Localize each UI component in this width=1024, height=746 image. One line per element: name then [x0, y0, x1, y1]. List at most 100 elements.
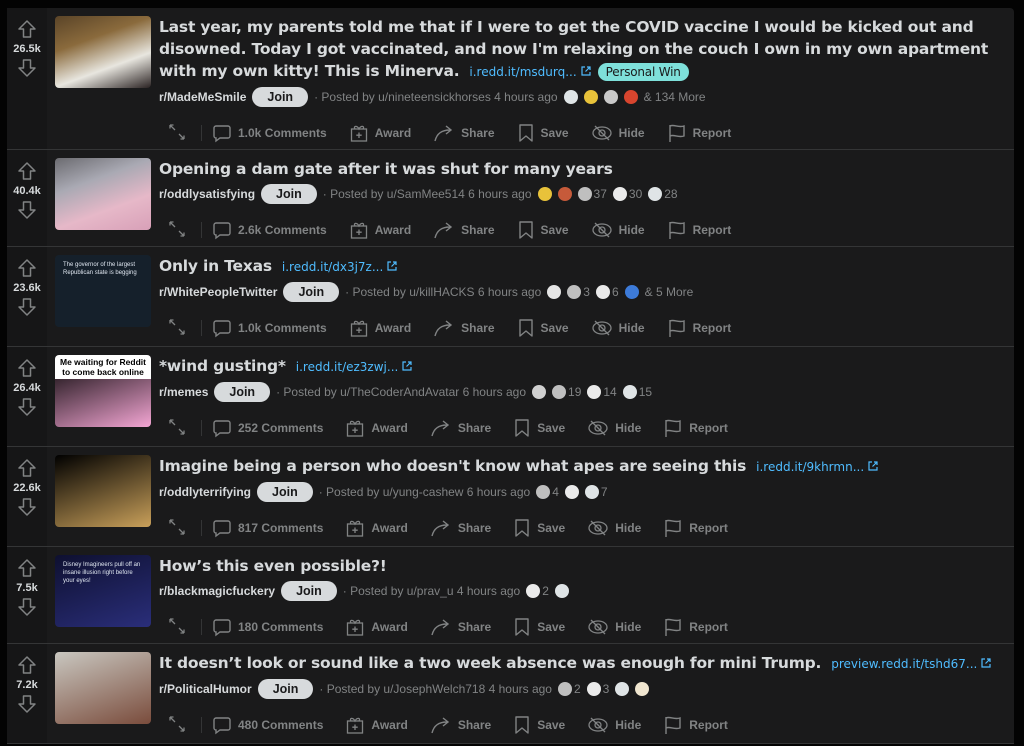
post-thumbnail-cat-on-sock[interactable] — [55, 16, 151, 88]
post-title[interactable]: Imagine being a person who doesn't know … — [159, 457, 746, 475]
downvote-button[interactable] — [16, 199, 38, 221]
wholesome-award-icon[interactable] — [648, 187, 663, 202]
post-thumbnail-meme-wind[interactable]: Me waiting for Reddit to come back onlin… — [55, 355, 151, 427]
post-thumbnail-skeleton[interactable] — [55, 455, 151, 527]
snoo-award-icon[interactable] — [635, 682, 650, 697]
report-button[interactable]: Report — [667, 123, 731, 143]
join-button[interactable]: Join — [214, 382, 271, 402]
more-awards[interactable]: & 5 More — [645, 285, 694, 299]
share-button[interactable]: Share — [430, 518, 491, 538]
more-awards[interactable]: & 134 More — [644, 90, 706, 104]
hide-button[interactable]: Hide — [587, 715, 641, 735]
helpful-award-icon[interactable] — [586, 682, 601, 697]
chef-award-icon[interactable] — [557, 187, 572, 202]
post-domain-text[interactable]: i.redd.it/dx3j7z... — [282, 260, 383, 274]
join-button[interactable]: Join — [257, 482, 313, 502]
comments-button[interactable]: 2.6k Comments — [212, 220, 327, 240]
post-title[interactable]: *wind gusting* — [159, 357, 286, 375]
upvote-button[interactable] — [16, 557, 38, 579]
post-card[interactable]: 7.2k It doesn’t look or sound like a two… — [7, 644, 1014, 744]
share-button[interactable]: Share — [430, 715, 491, 735]
wholesome-award-icon[interactable] — [554, 584, 569, 599]
report-button[interactable]: Report — [663, 518, 728, 538]
downvote-button[interactable] — [16, 57, 38, 79]
silver-award-icon[interactable] — [557, 682, 572, 697]
post-domain-text[interactable]: i.redd.it/9khrmn... — [756, 460, 864, 474]
post-title[interactable]: It doesn’t look or sound like a two week… — [159, 654, 821, 672]
expand-button[interactable] — [167, 714, 187, 737]
downvote-button[interactable] — [16, 596, 38, 618]
post-domain-text[interactable]: preview.redd.it/tshd67... — [831, 657, 977, 671]
subreddit-link[interactable]: r/blackmagicfuckery — [159, 584, 275, 598]
post-domain-link[interactable]: i.redd.it/ez3zwj... — [296, 360, 414, 374]
silver-award-icon[interactable] — [552, 385, 567, 400]
downvote-button[interactable] — [16, 396, 38, 418]
post-title[interactable]: How’s this even possible?! — [159, 557, 387, 575]
comments-button[interactable]: 1.0k Comments — [212, 123, 327, 143]
downvote-button[interactable] — [16, 693, 38, 715]
post-domain-text[interactable]: i.redd.it/ez3zwj... — [296, 360, 399, 374]
share-button[interactable]: Share — [430, 617, 491, 637]
expand-button[interactable] — [167, 317, 187, 340]
share-button[interactable]: Share — [433, 220, 495, 240]
subreddit-link[interactable]: r/oddlysatisfying — [159, 187, 255, 201]
wholesome-award-icon[interactable] — [584, 485, 599, 500]
helpful-award-icon[interactable] — [587, 385, 602, 400]
hide-button[interactable]: Hide — [591, 220, 645, 240]
report-button[interactable]: Report — [667, 318, 731, 338]
post-domain-link[interactable]: i.redd.it/9khrmn... — [756, 460, 879, 474]
share-button[interactable]: Share — [433, 318, 495, 338]
wholesome-award-icon[interactable] — [563, 90, 578, 105]
gold-award-icon[interactable] — [537, 187, 552, 202]
post-thumbnail-political-photo[interactable] — [55, 652, 151, 724]
save-button[interactable]: Save — [513, 715, 565, 735]
bravo-award-icon[interactable] — [547, 285, 562, 300]
upvote-button[interactable] — [16, 457, 38, 479]
comments-button[interactable]: 817 Comments — [212, 518, 323, 538]
expand-button[interactable] — [167, 122, 187, 145]
award-button[interactable]: Award — [345, 715, 408, 735]
award-button[interactable]: Award — [349, 123, 411, 143]
report-button[interactable]: Report — [663, 715, 728, 735]
save-button[interactable]: Save — [513, 518, 565, 538]
join-button[interactable]: Join — [261, 184, 317, 204]
helpful-award-icon[interactable] — [595, 285, 610, 300]
downvote-button[interactable] — [16, 496, 38, 518]
save-button[interactable]: Save — [513, 617, 565, 637]
hide-button[interactable]: Hide — [591, 318, 645, 338]
expand-button[interactable] — [167, 219, 187, 242]
post-flair[interactable]: Personal Win — [597, 63, 689, 81]
post-card[interactable]: 26.4k Me waiting for Reddit to come back… — [7, 347, 1014, 447]
report-button[interactable]: Report — [667, 220, 731, 240]
helpful-award-icon[interactable] — [564, 485, 579, 500]
post-thumbnail-disney-illusion[interactable]: Disney Imagineers pull off an insane ill… — [55, 555, 151, 627]
post-card[interactable]: 7.5k Disney Imagineers pull off an insan… — [7, 547, 1014, 644]
join-button[interactable]: Join — [257, 679, 314, 699]
expand-button[interactable] — [167, 417, 187, 440]
join-button[interactable]: Join — [283, 282, 340, 302]
award-button[interactable]: Award — [349, 220, 411, 240]
silver-award-icon[interactable] — [577, 187, 592, 202]
upvote-button[interactable] — [16, 18, 38, 40]
post-card[interactable]: 23.6k The governor of the largest Republ… — [7, 247, 1014, 347]
comments-button[interactable]: 1.0k Comments — [212, 318, 327, 338]
save-button[interactable]: Save — [513, 418, 565, 438]
save-button[interactable]: Save — [517, 318, 569, 338]
hide-button[interactable]: Hide — [587, 518, 641, 538]
hide-button[interactable]: Hide — [587, 418, 641, 438]
rocket-award-icon[interactable] — [603, 90, 618, 105]
downvote-button[interactable] — [16, 296, 38, 318]
post-title[interactable]: Opening a dam gate after it was shut for… — [159, 160, 613, 178]
upvote-button[interactable] — [16, 357, 38, 379]
post-card[interactable]: 26.5k Last year, my parents told me that… — [7, 8, 1014, 150]
join-button[interactable]: Join — [252, 87, 309, 107]
award-button[interactable]: Award — [345, 518, 408, 538]
wholesome-award-icon[interactable] — [615, 682, 630, 697]
save-button[interactable]: Save — [517, 220, 569, 240]
upvote-button[interactable] — [16, 654, 38, 676]
silver-award-icon[interactable] — [567, 285, 582, 300]
comments-button[interactable]: 252 Comments — [212, 418, 323, 438]
post-title[interactable]: Only in Texas — [159, 257, 272, 275]
share-button[interactable]: Share — [430, 418, 491, 438]
post-card[interactable]: 40.4k Opening a dam gate after it was sh… — [7, 150, 1014, 247]
